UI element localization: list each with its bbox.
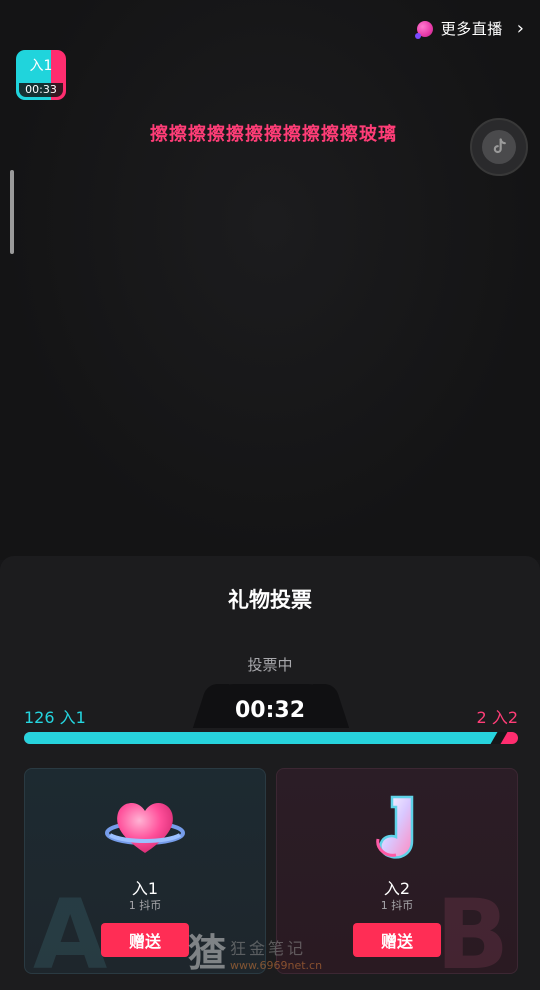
watermark-glyph: 猹 xyxy=(188,931,227,975)
live-video-area[interactable]: 更多直播 › 入1 00:33 擦擦擦擦擦擦擦擦擦擦擦玻璃 xyxy=(0,0,540,560)
vote-badge[interactable]: 入1 00:33 xyxy=(16,50,66,100)
douyin-logo-icon xyxy=(482,130,516,164)
douyin-logo-button[interactable] xyxy=(470,118,528,176)
heart-planet-icon xyxy=(105,802,185,853)
music-note-icon xyxy=(376,795,414,859)
gift-vote-panel: 礼物投票 投票中 00:32 126 入1 2 入2 A 入1 1 抖币 赠送 … xyxy=(0,556,540,990)
comment-banner: 擦擦擦擦擦擦擦擦擦擦擦玻璃 xyxy=(150,124,397,145)
send-gift-button-a[interactable]: 赠送 xyxy=(101,923,189,957)
option-a-name: 入1 xyxy=(131,879,159,898)
countdown-timer: 00:32 xyxy=(234,698,306,723)
option-a-price: 1 抖币 xyxy=(128,899,162,912)
watermark-url: www.6969net.cn xyxy=(230,958,323,972)
badge-timer: 00:33 xyxy=(19,83,63,97)
option-b-price: 1 抖币 xyxy=(380,899,414,912)
badge-name: 入1 xyxy=(29,58,53,74)
more-live-button[interactable]: 更多直播 › xyxy=(414,18,524,39)
chevron-right-icon: › xyxy=(516,18,524,39)
panel-title: 礼物投票 xyxy=(228,588,312,612)
live-bubble-icon xyxy=(414,20,433,39)
site-watermark: 猹 狂金笔记 www.6969net.cn xyxy=(188,934,322,972)
option-b-name: 入2 xyxy=(383,879,411,898)
vote-progress-left xyxy=(24,732,499,744)
watermark-brand: 狂金笔记 xyxy=(230,938,307,958)
scroll-indicator xyxy=(10,170,14,254)
more-live-label: 更多直播 xyxy=(440,20,503,38)
vote-status: 投票中 xyxy=(247,656,293,674)
send-gift-button-b[interactable]: 赠送 xyxy=(353,923,441,957)
vote-progress-bar xyxy=(24,732,518,744)
